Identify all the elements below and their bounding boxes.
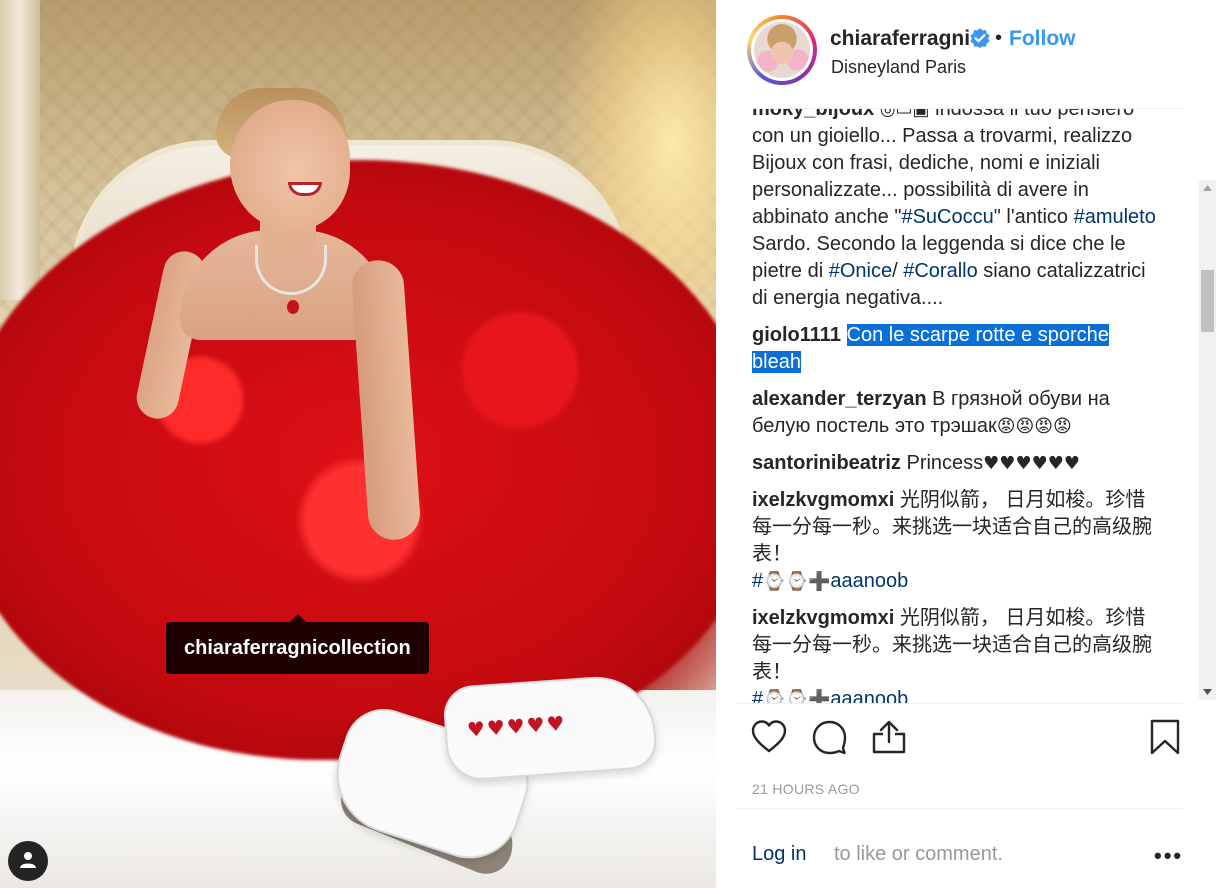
- username-link[interactable]: chiaraferragni: [830, 27, 970, 51]
- comment-bubble-icon[interactable]: [810, 718, 848, 756]
- person-icon: [17, 848, 39, 875]
- scrollbar-thumb[interactable]: [1201, 270, 1214, 332]
- emoji-glyphs: ⌚⌚➕: [763, 571, 831, 592]
- more-options-button[interactable]: •••: [1154, 843, 1183, 869]
- comment-text: [841, 324, 847, 346]
- photo-face: [230, 100, 350, 230]
- post-header: chiaraferragni • Follow Disneyland Paris: [716, 0, 1216, 108]
- post-photo[interactable]: ♥♥♥♥♥ chiaraferragnicollection: [0, 0, 716, 888]
- sneaker-hearts: ♥♥♥♥♥: [466, 710, 568, 742]
- hashtag-link[interactable]: aaanoob: [830, 570, 908, 592]
- comments-inner: moky_bijoux ◎▭▣ indossa il tuo pensiero …: [752, 108, 1162, 703]
- comments-scrollbar[interactable]: [1199, 180, 1216, 700]
- comment-username-link[interactable]: ixelzkvgmomxi: [752, 489, 894, 511]
- hashtag-link[interactable]: #amuleto: [1074, 206, 1156, 228]
- verified-badge-icon: [970, 28, 990, 48]
- product-tag-tooltip[interactable]: chiaraferragnicollection: [166, 614, 429, 674]
- photo-heart-pendant: [287, 300, 299, 314]
- location-link[interactable]: Disneyland Paris: [831, 57, 966, 78]
- login-link[interactable]: Log in: [752, 843, 807, 866]
- scroll-up-arrow-icon[interactable]: [1199, 180, 1216, 196]
- comment-item: alexander_terzyan В грязной обуви на бел…: [752, 386, 1162, 440]
- comment-item: santorinibeatriz Princess♥♥♥♥♥♥: [752, 450, 1162, 477]
- comment-username-link[interactable]: moky_bijoux: [752, 109, 874, 120]
- comment-text: Princess: [900, 452, 984, 474]
- emoji-glyphs: ◎▭▣: [879, 108, 930, 120]
- comments-list[interactable]: moky_bijoux ◎▭▣ indossa il tuo pensiero …: [752, 108, 1182, 703]
- user-tags-button[interactable]: [8, 841, 48, 881]
- login-prompt-text: to like or comment.: [834, 843, 1003, 865]
- emoji-glyphs: ⌚⌚➕: [763, 689, 831, 703]
- follow-button[interactable]: Follow: [1009, 27, 1076, 51]
- comment-item: ixelzkvgmomxi 光阴似箭， 日月如梭。珍惜每一分每一秒。来挑选一块适…: [752, 605, 1162, 703]
- comment-username-link[interactable]: santorinibeatriz: [752, 452, 901, 474]
- comment-item: giolo1111 Con le scarpe rotte e sporche …: [752, 322, 1162, 376]
- emoji-glyphs: 😡😡😡😡: [996, 416, 1072, 437]
- comment-item: moky_bijoux ◎▭▣ indossa il tuo pensiero …: [752, 108, 1162, 312]
- post-timestamp[interactable]: 21 HOURS AGO: [752, 781, 860, 797]
- scroll-down-arrow-icon[interactable]: [1199, 684, 1216, 700]
- hashtag-link[interactable]: aaanoob: [830, 688, 908, 703]
- header-separator: •: [995, 27, 1003, 49]
- comment-username-link[interactable]: ixelzkvgmomxi: [752, 607, 894, 629]
- hashtag-link[interactable]: #: [752, 570, 763, 592]
- hashtag-link[interactable]: #Onice: [829, 260, 892, 282]
- hashtag-link[interactable]: #Corallo: [903, 260, 977, 282]
- post-actions-bar: [736, 703, 1183, 769]
- login-prompt: Log in to like or comment. •••: [736, 808, 1183, 888]
- post-side-panel: chiaraferragni • Follow Disneyland Paris…: [716, 0, 1216, 888]
- emoji-glyphs: ♥♥♥♥♥♥: [983, 453, 1080, 474]
- bookmark-icon[interactable]: [1146, 718, 1184, 756]
- comment-text: /: [892, 260, 904, 282]
- hashtag-link[interactable]: #SuCoccu: [901, 206, 993, 228]
- hashtag-link[interactable]: #: [752, 688, 763, 703]
- share-icon[interactable]: [870, 718, 908, 756]
- photo-sneaker-back: ♥♥♥♥♥: [441, 672, 659, 783]
- comment-item: ixelzkvgmomxi 光阴似箭， 日月如梭。珍惜每一分每一秒。来挑选一块适…: [752, 487, 1162, 595]
- comment-username-link[interactable]: alexander_terzyan: [752, 388, 927, 410]
- heart-icon[interactable]: [750, 718, 788, 756]
- avatar[interactable]: [747, 15, 817, 85]
- avatar-image: [754, 22, 810, 78]
- comment-text: " l'antico: [993, 206, 1074, 228]
- comment-username-link[interactable]: giolo1111: [752, 324, 841, 346]
- photo-bedpost: [0, 0, 40, 300]
